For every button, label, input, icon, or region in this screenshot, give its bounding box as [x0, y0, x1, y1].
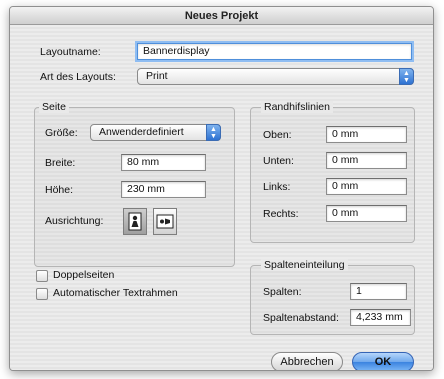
unten-label: Unten: [263, 155, 294, 167]
hoehe-label: Höhe: [45, 184, 74, 196]
layout-type-value: Print [146, 70, 168, 82]
layoutname-input[interactable]: Bannerdisplay [137, 43, 412, 60]
portrait-orientation-icon [128, 212, 142, 231]
oben-input[interactable]: 0 mm [326, 126, 407, 143]
portrait-orientation-button[interactable] [123, 208, 147, 235]
layout-type-label: Art des Layouts: [40, 71, 116, 83]
groesse-popup[interactable]: Anwenderdefiniert ▲ ▼ [90, 124, 221, 141]
new-project-dialog: Neues Projekt Layoutname: Bannerdisplay … [9, 6, 434, 371]
dialog-content: Layoutname: Bannerdisplay Art des Layout… [10, 25, 433, 370]
links-label: Links: [263, 181, 291, 193]
spalten-label: Spalten: [263, 286, 302, 298]
breite-input[interactable]: 80 mm [121, 154, 206, 171]
doppelseiten-checkbox[interactable] [36, 270, 48, 282]
landscape-orientation-button[interactable] [153, 208, 177, 235]
breite-label: Breite: [45, 157, 76, 169]
spalteneinteilung-group-title: Spalteneinteilung [261, 259, 348, 271]
rechts-input[interactable]: 0 mm [326, 205, 407, 222]
layout-type-popup[interactable]: Print ▲ ▼ [137, 68, 414, 85]
cancel-button[interactable]: Abbrechen [271, 352, 343, 370]
auto-textrahmen-checkbox[interactable] [36, 288, 48, 300]
oben-label: Oben: [263, 129, 292, 141]
randhilfslinien-group-title: Randhifslinien [261, 101, 333, 113]
spaltenabstand-label: Spaltenabstand: [263, 312, 339, 324]
doppelseiten-label: Doppelseiten [53, 269, 115, 281]
layoutname-label: Layoutname: [40, 46, 101, 58]
ausrichtung-label: Ausrichtung: [45, 215, 104, 227]
spalten-input[interactable]: 1 [350, 283, 407, 300]
updown-arrows-icon: ▲ ▼ [206, 124, 221, 141]
groesse-value: Anwenderdefiniert [99, 126, 184, 138]
dialog-title: Neues Projekt [10, 7, 433, 25]
rechts-label: Rechts: [263, 208, 299, 220]
links-input[interactable]: 0 mm [326, 178, 407, 195]
unten-input[interactable]: 0 mm [326, 152, 407, 169]
groesse-label: Größe: [45, 127, 78, 139]
spaltenabstand-input[interactable]: 4,233 mm [350, 309, 411, 326]
seite-group-title: Seite [39, 101, 69, 113]
auto-textrahmen-label: Automatischer Textrahmen [53, 287, 178, 299]
landscape-orientation-icon [156, 214, 174, 229]
hoehe-input[interactable]: 230 mm [121, 181, 206, 198]
updown-arrows-icon: ▲ ▼ [399, 68, 414, 85]
ok-button[interactable]: OK [352, 352, 414, 370]
